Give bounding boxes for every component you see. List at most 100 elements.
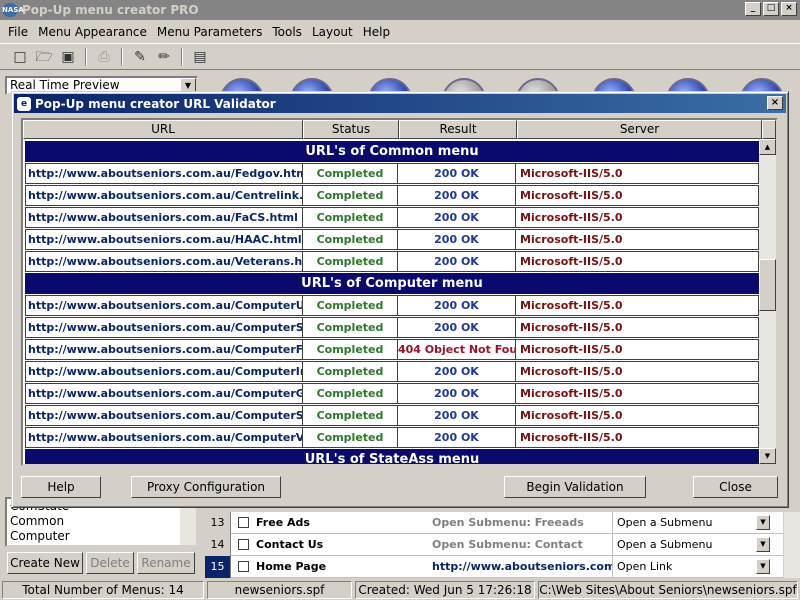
main-title-bar: NASA Pop-Up menu creator PRO _ □ ×: [0, 0, 800, 20]
table-row[interactable]: http://www.aboutseniors.com.au/ComputerU…: [25, 295, 759, 316]
begin-validation-button[interactable]: Begin Validation: [504, 476, 646, 498]
result-cell: 200 OK: [398, 361, 516, 382]
item-name: Free Ads: [256, 516, 310, 529]
table-row[interactable]: http://www.aboutseniors.com.au/Fedgov.ht…: [25, 163, 759, 184]
server-cell: Microsoft-IIS/5.0: [516, 427, 759, 448]
status-cell: Completed: [303, 317, 398, 338]
create-new-button[interactable]: Create New: [7, 552, 83, 574]
close-icon[interactable]: ×: [767, 96, 783, 110]
save-icon[interactable]: ▣: [58, 47, 78, 67]
result-cell: 200 OK: [398, 317, 516, 338]
list-item[interactable]: Computer: [10, 529, 196, 544]
server-cell: Microsoft-IIS/5.0: [516, 383, 759, 404]
close-window-button[interactable]: ×: [781, 2, 797, 16]
delete-button[interactable]: Delete: [86, 552, 134, 574]
status-cell: Completed: [303, 361, 398, 382]
url-cell: http://www.aboutseniors.com.au/ComputerU…: [25, 295, 303, 316]
preview-icon[interactable]: ▤: [190, 47, 210, 67]
open-icon[interactable]: 🗁: [34, 47, 54, 67]
menu-parameters[interactable]: Menu Parameters: [157, 25, 262, 39]
table-row[interactable]: http://www.aboutseniors.com.au/ComputerS…: [25, 317, 759, 338]
server-cell: Microsoft-IIS/5.0: [516, 185, 759, 206]
new-icon[interactable]: □: [10, 47, 30, 67]
table-row[interactable]: http://www.aboutseniors.com.au/ComputerG…: [25, 383, 759, 404]
url-cell: http://www.aboutseniors.com.au/FaCS.html: [25, 207, 303, 228]
scroll-down-icon[interactable]: ▼: [759, 448, 776, 464]
grid-scrollbar[interactable]: [784, 512, 800, 578]
server-cell: Microsoft-IIS/5.0: [516, 361, 759, 382]
row-number: 13: [205, 511, 231, 534]
url-cell: http://www.aboutseniors.com.au/ComputerS…: [25, 317, 303, 338]
minimize-button[interactable]: _: [745, 2, 761, 16]
item-type-select[interactable]: Open a Submenu ▼: [612, 533, 772, 556]
rename-button[interactable]: Rename: [137, 552, 195, 574]
status-file-name: newseniors.spf: [207, 581, 352, 599]
item-type-value: Open a Submenu: [617, 515, 713, 529]
dialog-close-button[interactable]: Close: [693, 476, 778, 498]
dialog-title-bar: e Pop-Up menu creator URL Validator ×: [14, 94, 786, 113]
item-name: Contact Us: [256, 538, 324, 551]
list-item[interactable]: Common: [10, 514, 196, 529]
url-cell: http://www.aboutseniors.com.au/ComputerI…: [25, 361, 303, 382]
row-checkbox[interactable]: [238, 561, 249, 572]
scroll-up-icon[interactable]: ▲: [759, 139, 776, 155]
url-cell: http://www.aboutseniors.com.au/HAAC.html: [25, 229, 303, 250]
column-header-url[interactable]: URL: [23, 120, 303, 139]
scroll-thumb[interactable]: [759, 259, 776, 311]
menu-bar: File Menu Appearance Menu Parameters Too…: [0, 21, 800, 43]
item-type-select[interactable]: Open a Submenu ▼: [612, 511, 772, 534]
status-cell: Completed: [303, 163, 398, 184]
menu-file[interactable]: File: [8, 25, 28, 39]
table-row[interactable]: http://www.aboutseniors.com.au/Veterans.…: [25, 251, 759, 272]
result-cell: 200 OK: [398, 229, 516, 250]
edit-icon[interactable]: ✏: [154, 47, 174, 67]
section-header: URL's of StateAss menu: [25, 449, 759, 464]
menu-items-grid: 13 Free Ads Open Submenu: Freeads Open a…: [205, 511, 783, 578]
column-header-server[interactable]: Server: [517, 120, 762, 139]
chevron-down-icon[interactable]: ▼: [756, 558, 770, 574]
url-cell: http://www.aboutseniors.com.au/Fedgov.ht…: [25, 163, 303, 184]
table-row[interactable]: http://www.aboutseniors.com.au/ComputerS…: [25, 405, 759, 426]
table-row[interactable]: 15 Home Page http://www.aboutseniors.com…: [205, 555, 783, 578]
menu-help[interactable]: Help: [363, 25, 390, 39]
table-row[interactable]: http://www.aboutseniors.com.au/HAAC.html…: [25, 229, 759, 250]
status-cell: Completed: [303, 207, 398, 228]
table-row[interactable]: http://www.aboutseniors.com.au/ComputerV…: [25, 427, 759, 448]
proxy-configuration-button[interactable]: Proxy Configuration: [131, 476, 281, 498]
column-header-status[interactable]: Status: [303, 120, 399, 139]
item-name: Home Page: [256, 560, 327, 573]
result-cell: 200 OK: [398, 383, 516, 404]
status-cell: Completed: [303, 339, 398, 360]
table-row[interactable]: http://www.aboutseniors.com.au/Centrelin…: [25, 185, 759, 206]
toolbar: □ 🗁 ▣ ⎙ ✎ ✏ ▤: [0, 43, 800, 70]
url-cell: http://www.aboutseniors.com.au/ComputerF…: [25, 339, 303, 360]
result-cell: 200 OK: [398, 251, 516, 272]
menu-layout[interactable]: Layout: [312, 25, 353, 39]
table-row[interactable]: http://www.aboutseniors.com.au/ComputerF…: [25, 339, 759, 360]
row-checkbox[interactable]: [238, 539, 249, 550]
result-cell: 200 OK: [398, 185, 516, 206]
print-icon[interactable]: ⎙: [94, 47, 114, 67]
wizard-icon[interactable]: ✎: [130, 47, 150, 67]
table-row[interactable]: http://www.aboutseniors.com.au/ComputerI…: [25, 361, 759, 382]
row-number: 14: [205, 533, 231, 556]
status-cell: Completed: [303, 295, 398, 316]
table-row[interactable]: http://www.aboutseniors.com.au/FaCS.html…: [25, 207, 759, 228]
maximize-button[interactable]: □: [763, 2, 779, 16]
results-scrollbar[interactable]: ▲ ▼: [759, 139, 776, 464]
item-type-select[interactable]: Open Link ▼: [612, 555, 772, 578]
row-checkbox[interactable]: [238, 517, 249, 528]
help-button[interactable]: Help: [21, 476, 101, 498]
status-cell: Completed: [303, 383, 398, 404]
column-header-result[interactable]: Result: [399, 120, 517, 139]
item-type-value: Open Link: [617, 559, 673, 573]
table-row[interactable]: 13 Free Ads Open Submenu: Freeads Open a…: [205, 511, 783, 534]
url-cell: http://www.aboutseniors.com.au/Centrelin…: [25, 185, 303, 206]
chevron-down-icon[interactable]: ▼: [756, 536, 770, 552]
menu-tools[interactable]: Tools: [272, 25, 302, 39]
table-row[interactable]: 14 Contact Us Open Submenu: Contact Open…: [205, 533, 783, 556]
menu-appearance[interactable]: Menu Appearance: [38, 25, 147, 39]
item-type-value: Open a Submenu: [617, 537, 713, 551]
dialog-title: Pop-Up menu creator URL Validator: [35, 96, 276, 111]
chevron-down-icon[interactable]: ▼: [756, 514, 770, 530]
